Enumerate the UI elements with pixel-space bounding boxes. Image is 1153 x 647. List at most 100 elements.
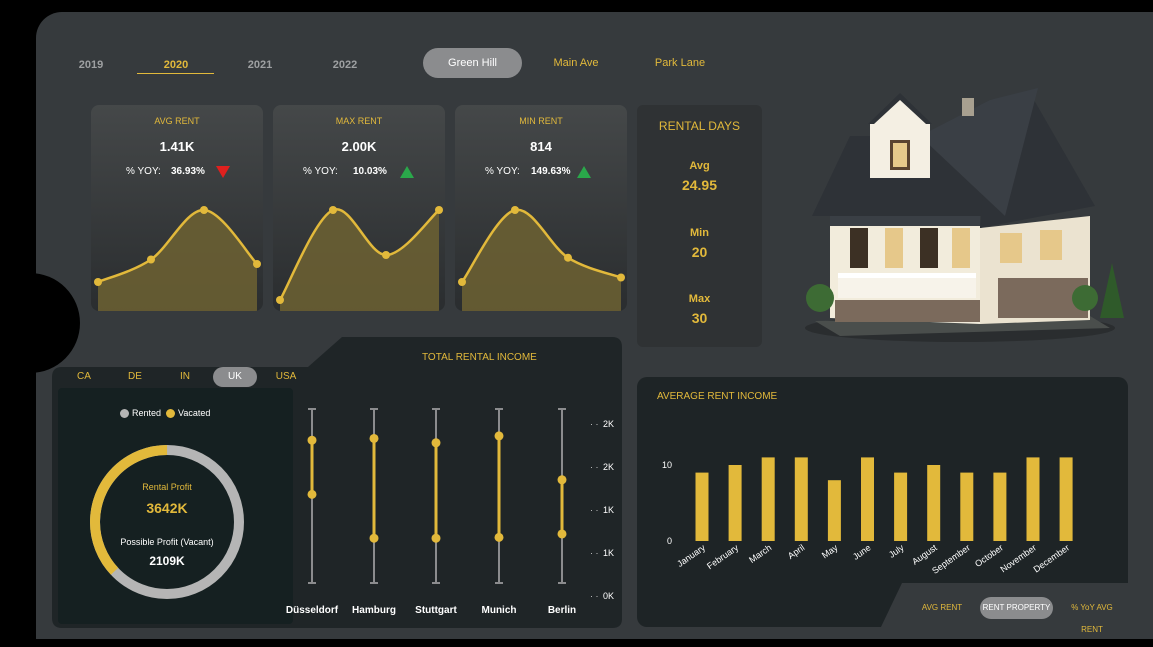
bottom-tab-rent-property[interactable]: RENT PROPERTY [980, 597, 1053, 619]
month-label: July [887, 542, 906, 560]
donut-vacated-arc [90, 445, 245, 600]
dumbbell-axis-dots: · · [590, 419, 599, 429]
country-tab-usa[interactable]: USA [264, 367, 308, 387]
rental-days-card: RENTAL DAYS Avg 24.95 Min 20 Max 30 [637, 105, 762, 347]
sparkline-area [280, 209, 439, 311]
month-label: March [747, 542, 773, 565]
sparkline-area [462, 209, 621, 311]
month-bar [993, 472, 1007, 541]
sparkline-point [511, 206, 519, 214]
month-bar [761, 457, 775, 541]
month-label: December [1032, 542, 1072, 574]
month-label: January [675, 542, 707, 569]
rental-days-max-value: 30 [691, 310, 708, 326]
bottom-tab-avg-rent[interactable]: AVG RENT [915, 597, 969, 619]
kpi-card-avg-rent: AVG RENT 1.41K % YOY: 36.93% [91, 105, 263, 311]
possible-profit-value: 2109K [149, 554, 185, 568]
country-tab-de[interactable]: DE [113, 367, 157, 387]
kpi-yoy-value: 10.03% [353, 166, 387, 177]
dumbbell-y-tick: 1K [603, 505, 614, 515]
country-tab-ca[interactable]: CA [62, 367, 106, 387]
country-tab-uk[interactable]: UK [213, 367, 257, 387]
trend-up-icon [577, 166, 591, 178]
month-bar [794, 457, 808, 541]
dumbbell-vacated-point [494, 431, 504, 441]
vacated-legend-dot [166, 408, 176, 418]
bar-y-tick: 0 [667, 536, 672, 546]
year-2022[interactable]: 2022 [315, 59, 375, 71]
kpi-yoy-label: % YOY: [485, 166, 520, 177]
rented-vacated-legend: Rented Vacated [120, 408, 210, 418]
kpi-card-max-rent: MAX RENT 2.00K % YOY: 10.03% [273, 105, 445, 311]
possible-profit-label: Possible Profit (Vacant) [120, 537, 214, 547]
sparkline-point [147, 255, 155, 264]
month-bar [894, 472, 908, 541]
kpi-label: AVG RENT [154, 116, 200, 126]
sparkline-point [329, 206, 337, 214]
dumbbell-axis-dots: · · [590, 591, 599, 601]
kpi-label: MIN RENT [519, 116, 563, 126]
year-2019[interactable]: 2019 [61, 59, 121, 71]
sparkline-point [435, 206, 443, 214]
year-2020[interactable]: 2020 [146, 59, 206, 71]
vacated-legend-label: Vacated [178, 408, 211, 418]
sparkline-point [276, 296, 284, 304]
dumbbell-y-tick: 2K [603, 462, 614, 472]
city-label: Munich [482, 605, 517, 616]
dumbbell-rented-point [557, 529, 567, 539]
average-rent-income-chart: JanuaryFebruary March April May June July Augu… [662, 457, 1073, 576]
kpi-value: 2.00K [341, 139, 377, 154]
month-label: April [786, 542, 806, 561]
dumbbell-y-tick: 0K [603, 591, 614, 601]
sparkline-point [253, 260, 261, 268]
trend-down-icon [216, 166, 230, 178]
rental-days-min-value: 20 [691, 244, 708, 260]
kpi-yoy-label: % YOY: [126, 166, 161, 177]
property-green-hill[interactable]: Green Hill [423, 48, 522, 78]
dumbbell-vacated-point [307, 435, 317, 445]
rental-days-title: RENTAL DAYS [658, 119, 741, 133]
rental-days-max-label: Max [688, 293, 711, 305]
dumbbell-vacated-point [431, 438, 441, 448]
dumbbell-vacated-point [369, 433, 379, 443]
month-bar [960, 472, 974, 541]
house-image [805, 88, 1124, 342]
month-bar [827, 480, 841, 541]
kpi-yoy-label: % YOY: [303, 166, 338, 177]
city-label: Düsseldorf [286, 605, 339, 616]
trend-up-icon [400, 166, 414, 178]
kpi-yoy-value: 149.63% [531, 166, 571, 177]
month-label: November [998, 542, 1038, 574]
min-rent-sparkline [458, 206, 625, 311]
avg-rent-sparkline [94, 206, 261, 311]
dumbbell-vacated-point [557, 475, 567, 485]
kpi-card-min-rent: MIN RENT 814 % YOY: 149.63% [455, 105, 627, 311]
rented-legend-dot [120, 408, 129, 418]
property-park-lane[interactable]: Park Lane [640, 48, 720, 78]
average-rent-income-title: AVERAGE RENT INCOME [657, 391, 778, 402]
kpi-value: 814 [530, 139, 552, 154]
sparkline-point [564, 253, 572, 262]
dumbbell-axis-dots: · · [590, 462, 599, 472]
month-label: August [910, 542, 939, 567]
rented-legend-label: Rented [132, 408, 162, 418]
year-2021[interactable]: 2021 [230, 59, 290, 71]
dumbbell-axis-dots: · · [590, 505, 599, 515]
city-label: Berlin [548, 605, 576, 616]
country-tab-in[interactable]: IN [163, 367, 207, 387]
rental-days-avg-label: Avg [689, 160, 710, 172]
month-bar [861, 457, 874, 541]
month-bar [1059, 457, 1073, 541]
kpi-yoy-value: 36.93% [171, 166, 205, 177]
max-rent-sparkline [276, 206, 443, 311]
sparkline-point [382, 251, 390, 259]
bottom-tab-yoy-avg-rent[interactable]: % YoY AVG RENT [1060, 597, 1124, 634]
sparkline-point [94, 278, 102, 286]
month-label: June [851, 542, 873, 561]
month-bar [695, 472, 709, 541]
dumbbell-rented-point [369, 533, 379, 543]
rental-days-min-label: Min [690, 227, 709, 239]
month-label: February [705, 542, 741, 571]
property-main-ave[interactable]: Main Ave [536, 48, 616, 78]
rental-profit-label: Rental Profit [142, 482, 192, 492]
